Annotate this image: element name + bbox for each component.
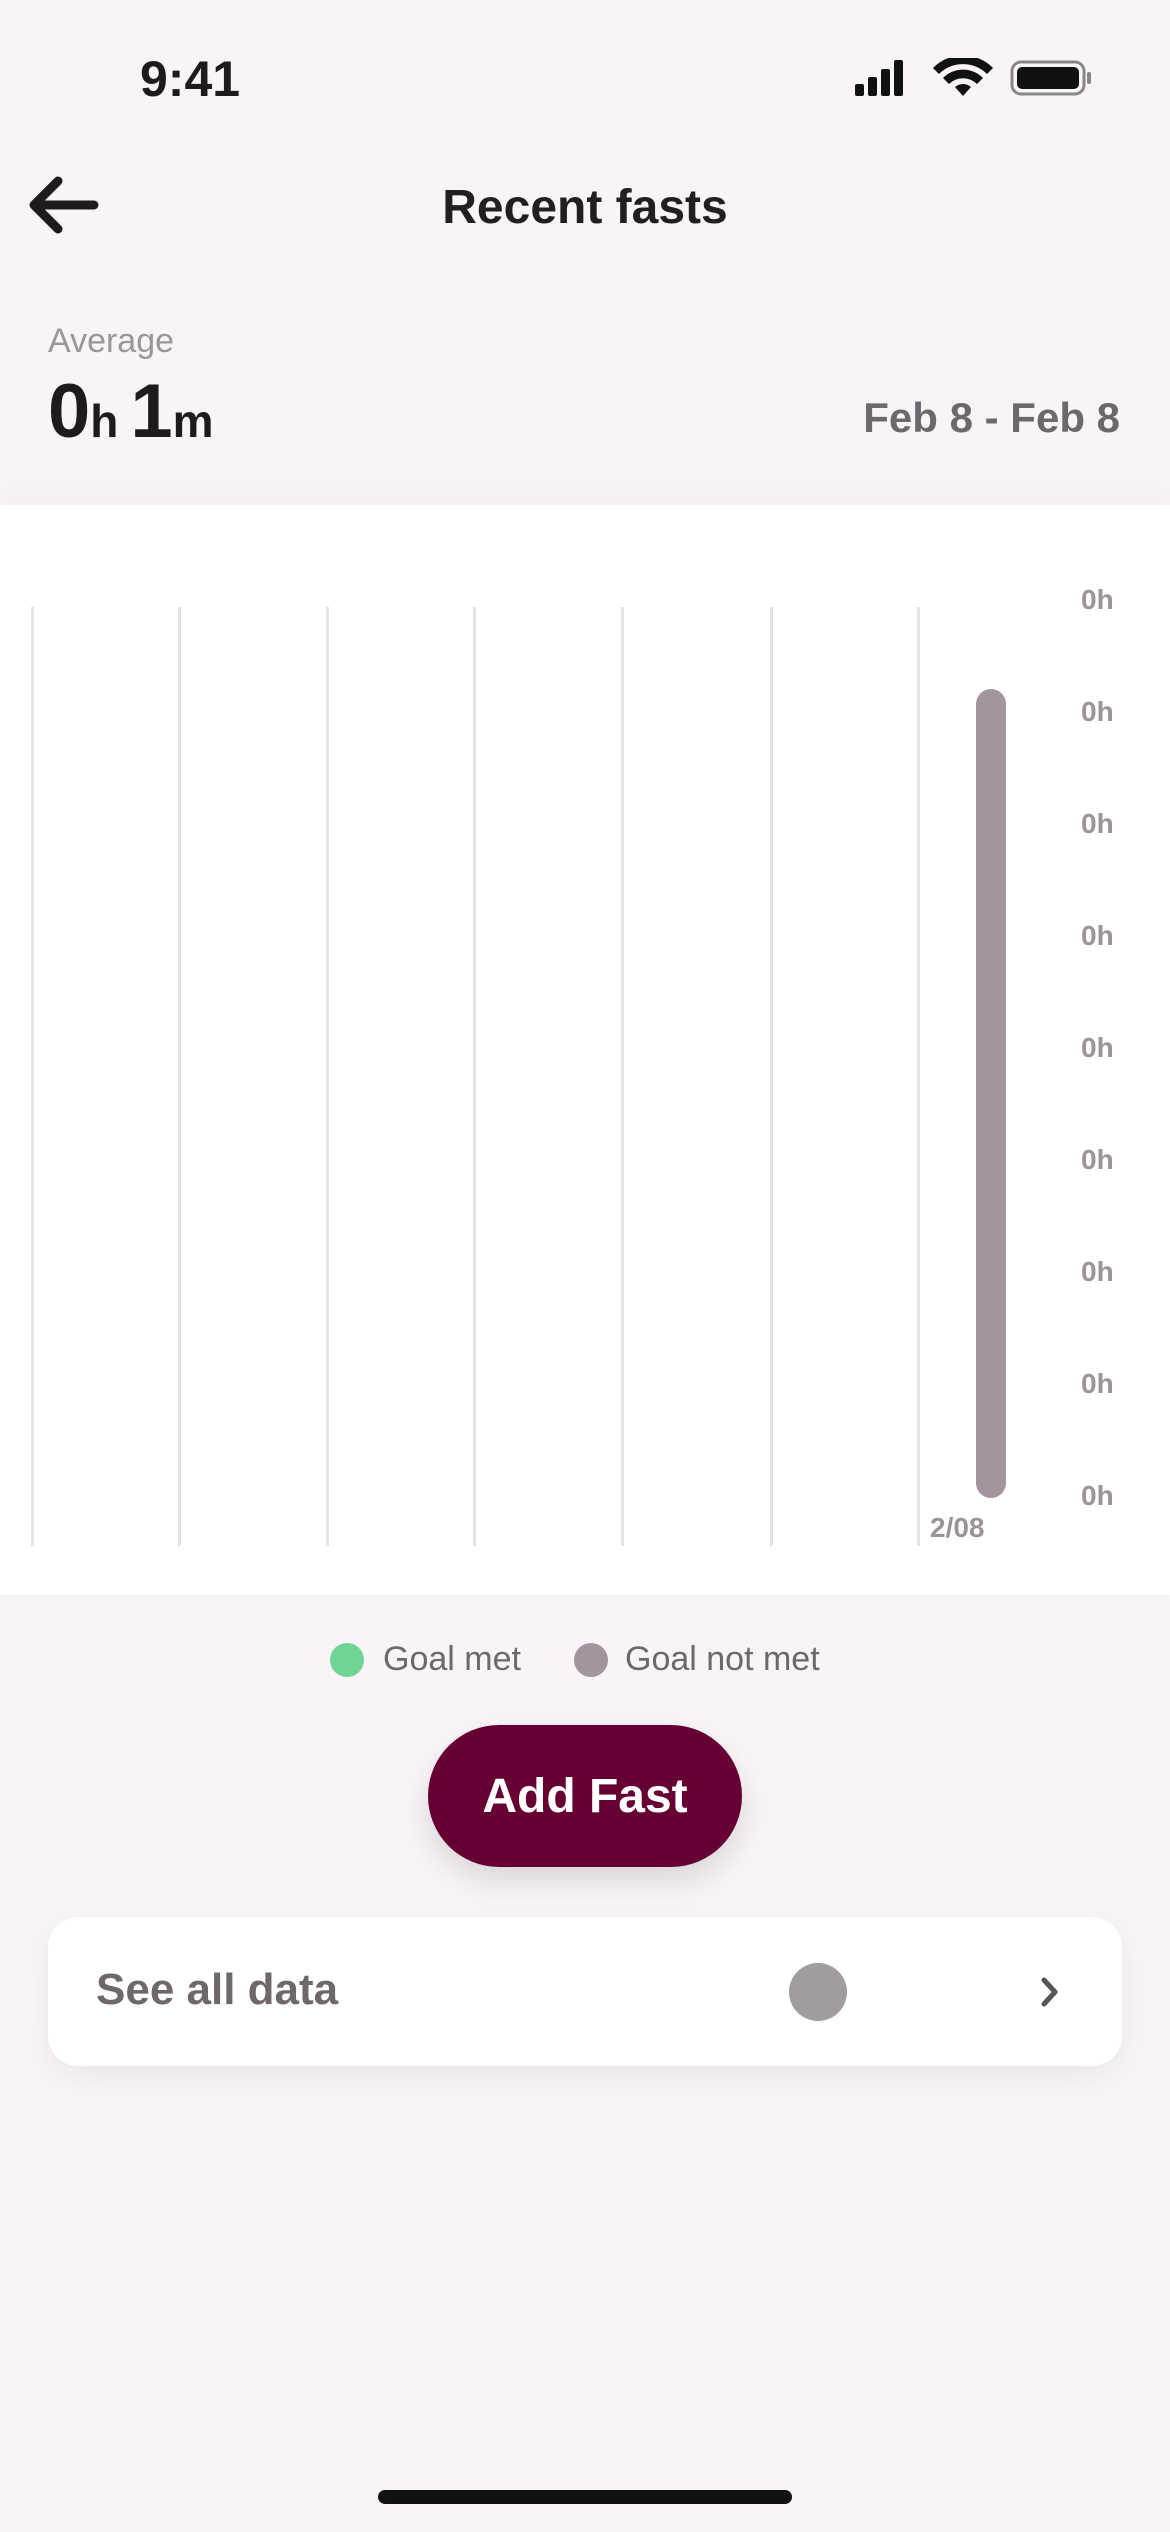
signal-icon bbox=[855, 60, 903, 96]
x-tick-label: 2/08 bbox=[930, 1512, 985, 1543]
y-tick-label: 0h bbox=[1081, 1256, 1114, 1287]
average-value: 0h 1m bbox=[48, 368, 226, 455]
legend-goal-met: Goal met bbox=[383, 1640, 521, 1678]
y-tick-label: 0h bbox=[1081, 808, 1114, 839]
home-indicator[interactable] bbox=[378, 2490, 792, 2504]
status-icons bbox=[855, 58, 1091, 96]
y-tick-label: 0h bbox=[1081, 1480, 1114, 1511]
y-tick-label: 0h bbox=[1081, 584, 1114, 615]
grid-line bbox=[31, 607, 34, 1546]
hours: 0 bbox=[48, 369, 91, 454]
wifi-icon bbox=[933, 58, 993, 96]
average-label: Average bbox=[48, 322, 175, 360]
legend-goal-not-met: Goal not met bbox=[625, 1640, 820, 1678]
grid-line bbox=[178, 607, 181, 1546]
minutes: 1 bbox=[130, 369, 173, 454]
grid-line bbox=[917, 607, 920, 1546]
grid-line bbox=[473, 607, 476, 1546]
y-tick-label: 0h bbox=[1081, 1032, 1114, 1063]
battery-icon bbox=[1010, 60, 1091, 96]
grid-line bbox=[770, 607, 773, 1546]
hours-unit: h bbox=[90, 395, 119, 447]
see-all-data-row[interactable]: See all data bbox=[48, 1917, 1122, 2066]
see-all-data-label: See all data bbox=[96, 1965, 339, 2014]
grid-line bbox=[326, 607, 329, 1546]
y-tick-label: 0h bbox=[1081, 1144, 1114, 1175]
legend-dot-goal-met bbox=[330, 1643, 364, 1677]
legend-dot-goal-not-met bbox=[574, 1643, 608, 1677]
minutes-unit: m bbox=[172, 395, 214, 447]
y-tick-label: 0h bbox=[1081, 920, 1114, 951]
y-tick-label: 0h bbox=[1081, 696, 1114, 727]
date-range: Feb 8 - Feb 8 bbox=[863, 394, 1120, 441]
grid-line bbox=[621, 607, 624, 1546]
loading-indicator-icon bbox=[789, 1963, 847, 2021]
add-fast-button[interactable]: Add Fast bbox=[428, 1725, 742, 1867]
chevron-right-icon bbox=[1041, 1977, 1058, 2007]
page-title: Recent fasts bbox=[442, 181, 728, 234]
y-tick-label: 0h bbox=[1081, 1368, 1114, 1399]
bar-2/08[interactable] bbox=[976, 689, 1006, 1498]
status-time: 9:41 bbox=[140, 51, 241, 107]
